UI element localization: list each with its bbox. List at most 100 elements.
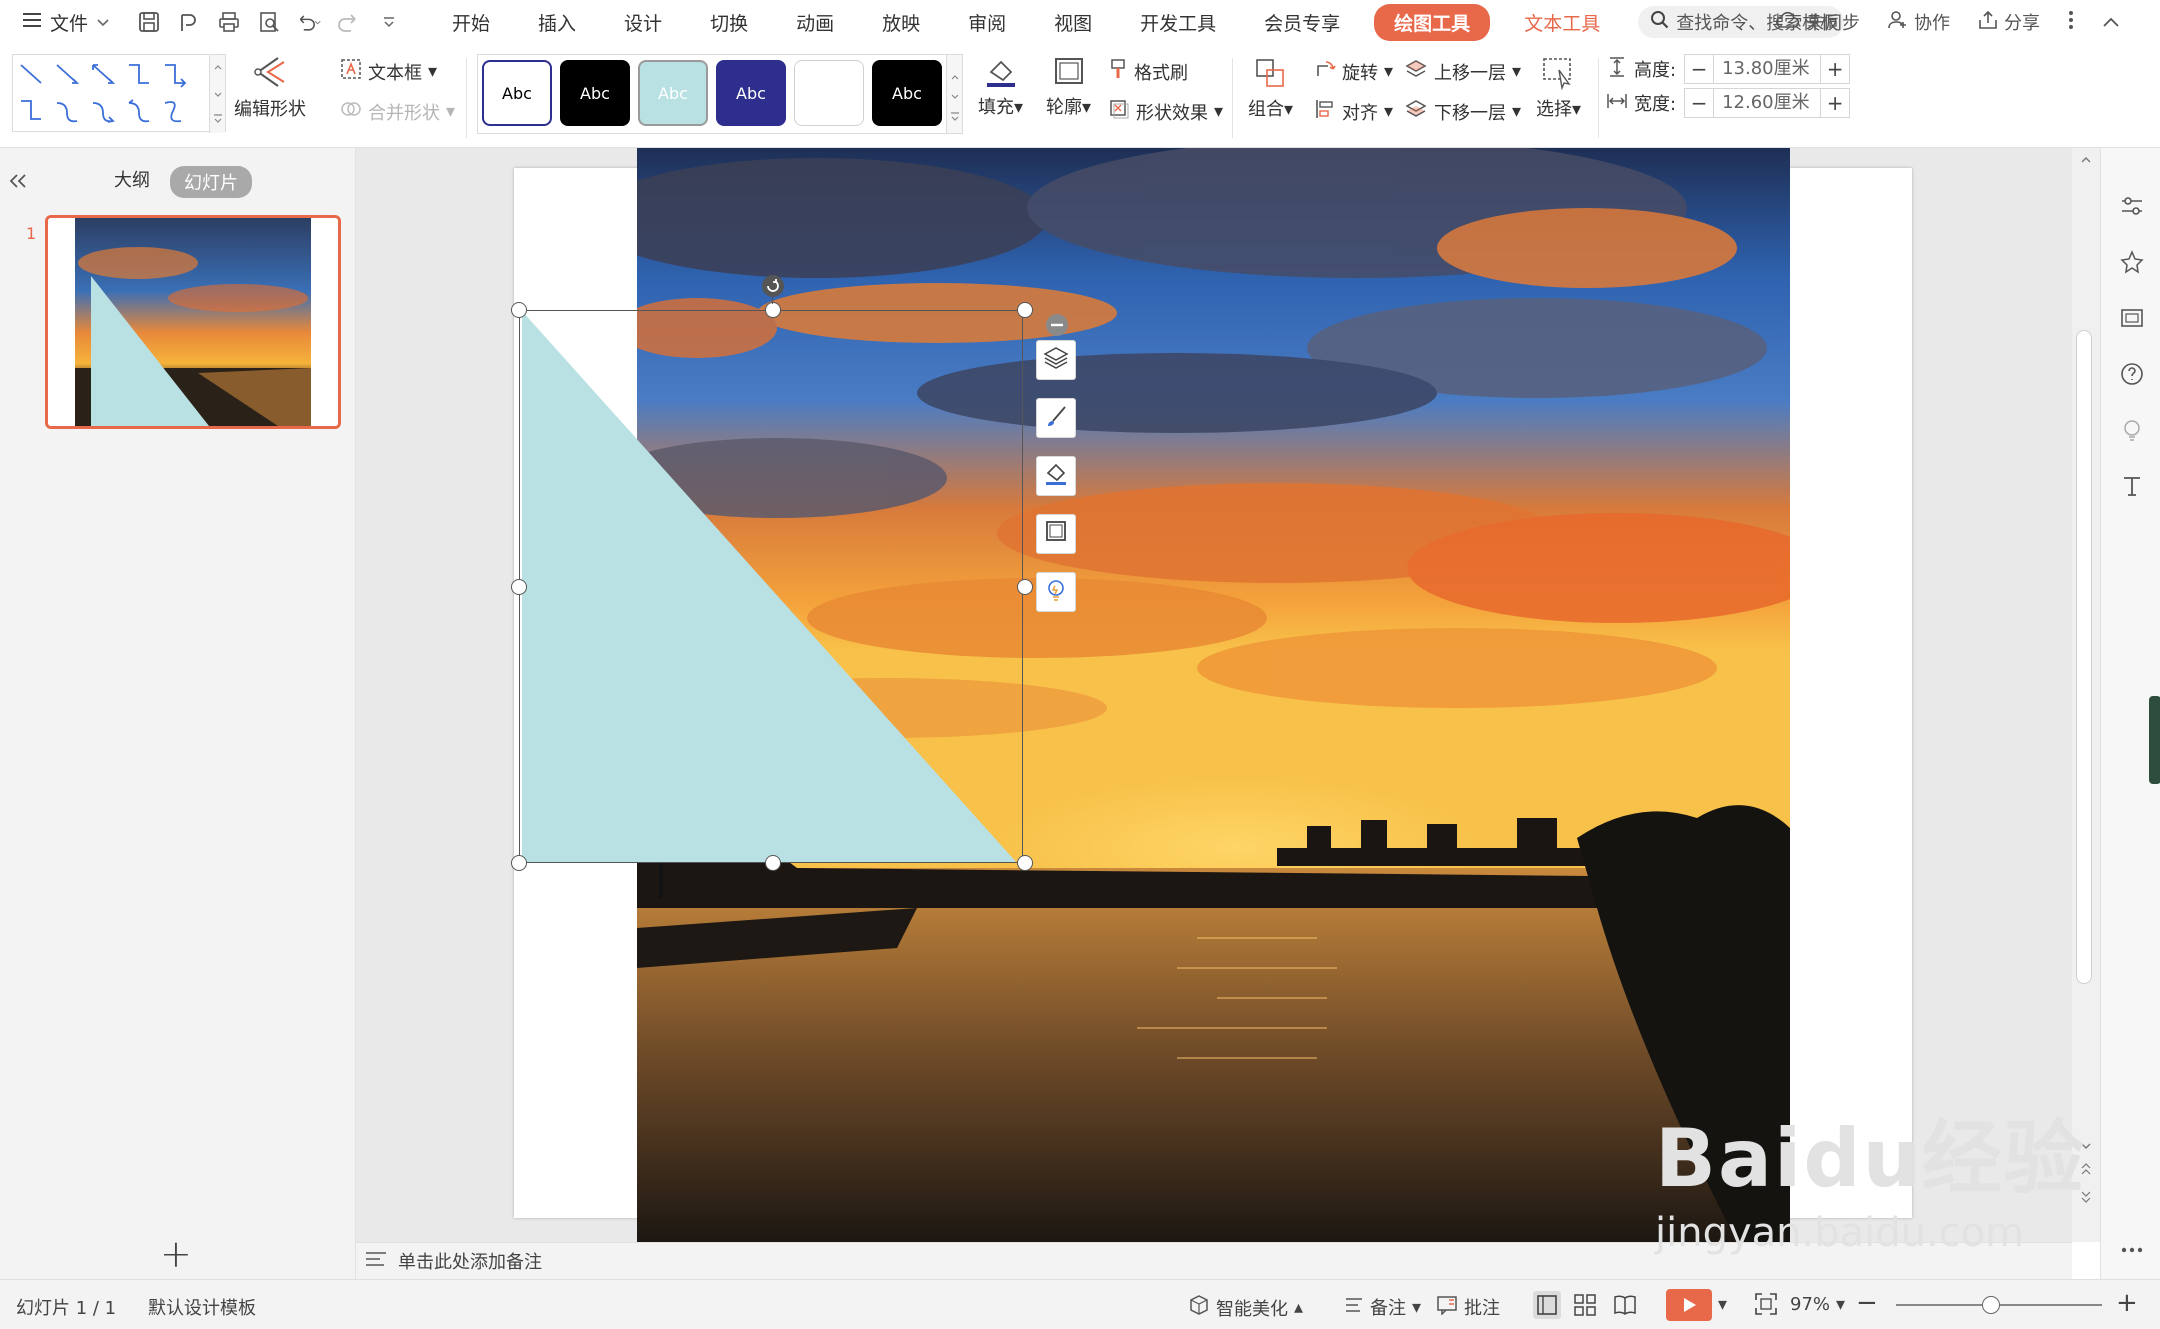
design-template-name[interactable]: 默认设计模板 [148, 1294, 256, 1320]
tab-outline[interactable]: 大纲 [114, 166, 150, 192]
scrollbar-thumb[interactable] [2076, 330, 2092, 984]
fit-to-window-button[interactable] [1754, 1292, 1778, 1316]
tab-developer[interactable]: 开发工具 [1116, 9, 1240, 36]
tab-slideshow[interactable]: 放映 [858, 9, 944, 36]
outline-button[interactable]: 轮廓▾ [1046, 56, 1091, 119]
collapse-panel-icon[interactable] [8, 168, 28, 196]
fill-button[interactable]: 填充▾ [978, 56, 1023, 119]
collaborate-button[interactable]: 协作 [1888, 9, 1950, 35]
text-format-icon[interactable] [2118, 472, 2146, 500]
height-decrement-button[interactable]: − [1685, 57, 1713, 81]
resize-handle-top-right[interactable] [1017, 302, 1033, 318]
tab-home[interactable]: 开始 [428, 9, 514, 36]
print-preview-icon[interactable] [256, 9, 282, 35]
group-button[interactable]: 组合▾ [1248, 56, 1293, 121]
redo-icon[interactable] [336, 9, 362, 35]
tab-design[interactable]: 设计 [600, 9, 686, 36]
resize-handle-bottom-left[interactable] [511, 855, 527, 871]
tab-membership[interactable]: 会员专享 [1240, 9, 1364, 36]
style-preset-light-blue[interactable]: Abc [638, 60, 708, 126]
tab-view[interactable]: 视图 [1030, 9, 1116, 36]
resize-handle-left[interactable] [511, 579, 527, 595]
slide-editor-canvas[interactable] [356, 148, 2078, 1242]
output-icon[interactable] [176, 9, 202, 35]
notes-icon [364, 1250, 388, 1273]
style-preset-outline-blue[interactable]: Abc [482, 60, 552, 126]
resize-handle-right[interactable] [1017, 579, 1033, 595]
height-input[interactable]: 13.80厘米 [1713, 55, 1822, 83]
zoom-in-button[interactable]: + [2116, 1288, 2138, 1318]
sync-status[interactable]: 未同步 [1775, 9, 1860, 35]
textbox-label: 文本框 [368, 62, 422, 84]
paint-bucket-icon [1043, 461, 1069, 491]
tab-insert[interactable]: 插入 [514, 9, 600, 36]
smart-beautify-button[interactable]: 智能美化 ▴ [1188, 1294, 1303, 1321]
collapse-float-toolbar-icon[interactable] [1044, 312, 1070, 342]
notes-toggle-button[interactable]: 备注 ▾ [1344, 1294, 1421, 1320]
height-increment-button[interactable]: + [1821, 57, 1849, 81]
tab-slides[interactable]: 幻灯片 [170, 166, 252, 198]
side-tab-handle[interactable] [2149, 696, 2160, 784]
tab-drawing-tools[interactable]: 绘图工具 [1374, 3, 1491, 41]
tab-text-tools[interactable]: 文本工具 [1500, 9, 1624, 36]
help-icon[interactable] [2118, 360, 2146, 388]
normal-view-button[interactable] [1532, 1290, 1562, 1320]
edit-shape-button[interactable]: 编辑形状 [234, 54, 306, 121]
tab-animation[interactable]: 动画 [772, 9, 858, 36]
style-preset-white[interactable] [794, 60, 864, 126]
shape-effects-button[interactable]: 形状效果 ▾ [1108, 98, 1223, 125]
resize-handle-top[interactable] [765, 302, 781, 318]
style-preset-black[interactable]: Abc [560, 60, 630, 126]
resize-handle-bottom-right[interactable] [1017, 855, 1033, 871]
dropdown-arrow-icon: ▾ [1412, 1296, 1422, 1318]
smart-suggest-button[interactable] [1036, 572, 1076, 612]
rotate-handle-icon[interactable] [761, 274, 785, 302]
select-button[interactable]: 选择▾ [1536, 56, 1581, 121]
play-options-dropdown[interactable]: ▾ [1718, 1294, 1727, 1315]
more-icon[interactable] [2118, 1236, 2146, 1264]
reading-view-button[interactable] [1612, 1292, 1638, 1318]
customize-toolbar-icon[interactable] [376, 9, 402, 35]
send-backward-button[interactable]: 下移一层 ▾ [1404, 98, 1521, 125]
magic-icon[interactable] [2118, 248, 2146, 276]
properties-icon[interactable] [2118, 192, 2146, 220]
layers-button[interactable] [1036, 340, 1076, 380]
width-increment-button[interactable]: + [1821, 91, 1849, 115]
width-input[interactable]: 12.60厘米 [1713, 89, 1822, 117]
comments-button[interactable]: 批注 [1436, 1294, 1500, 1320]
more-options-icon[interactable] [2068, 10, 2074, 35]
style-preset-dark-blue[interactable]: Abc [716, 60, 786, 126]
slides-layout-icon[interactable] [2118, 304, 2146, 332]
tab-transitions[interactable]: 切换 [686, 9, 772, 36]
styles-gallery-scroll[interactable] [946, 55, 962, 133]
slide-thumbnail[interactable] [45, 215, 341, 429]
width-decrement-button[interactable]: − [1685, 91, 1713, 115]
resize-handle-top-left[interactable] [511, 302, 527, 318]
zoom-slider-knob[interactable] [1982, 1296, 2000, 1314]
zoom-level[interactable]: 97% ▾ [1790, 1294, 1845, 1315]
align-button[interactable]: 对齐 ▾ [1314, 98, 1393, 125]
file-menu[interactable]: 文件 [22, 9, 110, 36]
print-icon[interactable] [216, 9, 242, 35]
bring-forward-button[interactable]: 上移一层 ▾ [1404, 58, 1521, 85]
line-shapes-gallery[interactable] [12, 54, 226, 133]
slide-sorter-view-button[interactable] [1572, 1292, 1598, 1318]
gallery-scroll[interactable] [209, 55, 225, 133]
tab-review[interactable]: 审阅 [944, 9, 1030, 36]
save-icon[interactable] [136, 9, 162, 35]
share-button[interactable]: 分享 [1978, 9, 2040, 35]
collapse-ribbon-icon[interactable] [2102, 12, 2120, 33]
format-painter-button[interactable]: 格式刷 [1108, 58, 1188, 85]
play-slideshow-button[interactable] [1666, 1289, 1712, 1321]
style-brush-button[interactable] [1036, 398, 1076, 438]
textbox-button[interactable]: 文本框 ▾ [340, 58, 437, 85]
add-slide-button[interactable]: + [160, 1232, 192, 1276]
style-preset-black-2[interactable]: Abc [872, 60, 942, 126]
rotate-button[interactable]: 旋转 ▾ [1314, 58, 1393, 85]
idea-icon[interactable] [2118, 416, 2146, 444]
resize-handle-bottom[interactable] [765, 855, 781, 871]
zoom-out-button[interactable]: − [1856, 1288, 1878, 1318]
fill-quick-button[interactable] [1036, 456, 1076, 496]
undo-icon[interactable] [296, 9, 322, 35]
outline-quick-button[interactable] [1036, 514, 1076, 554]
